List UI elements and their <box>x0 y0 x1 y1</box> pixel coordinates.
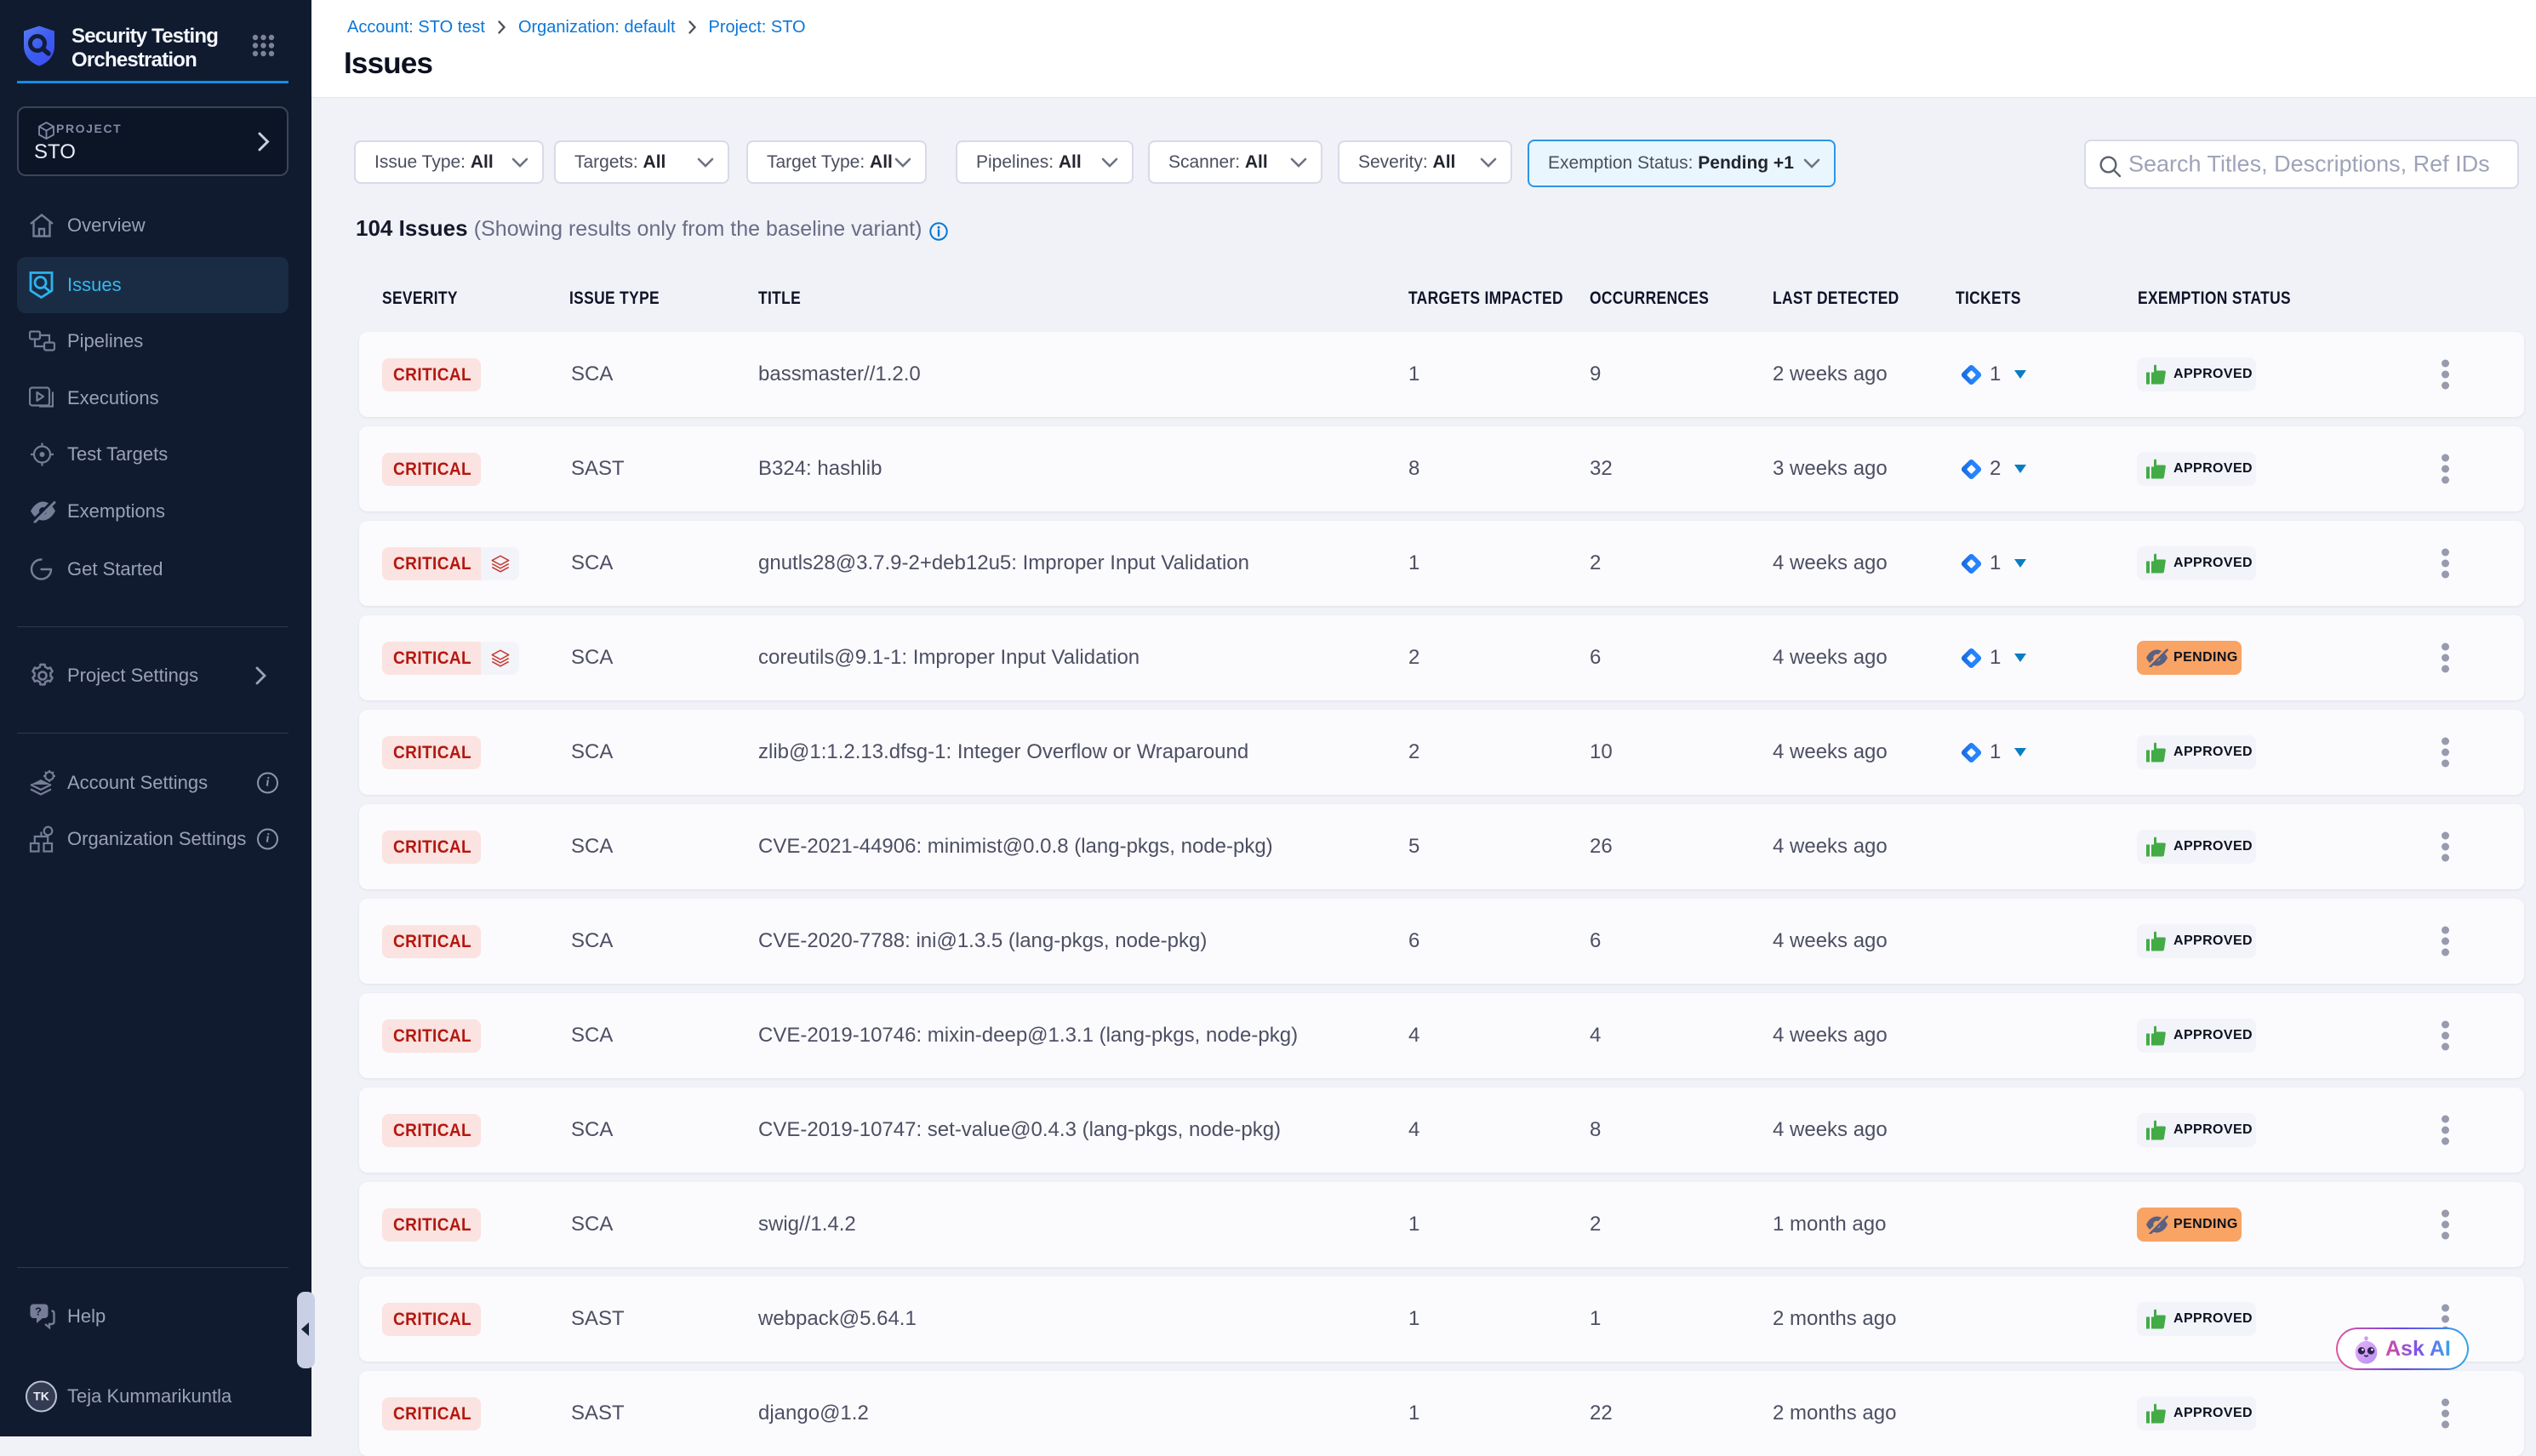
svg-text:?: ? <box>35 1305 42 1318</box>
